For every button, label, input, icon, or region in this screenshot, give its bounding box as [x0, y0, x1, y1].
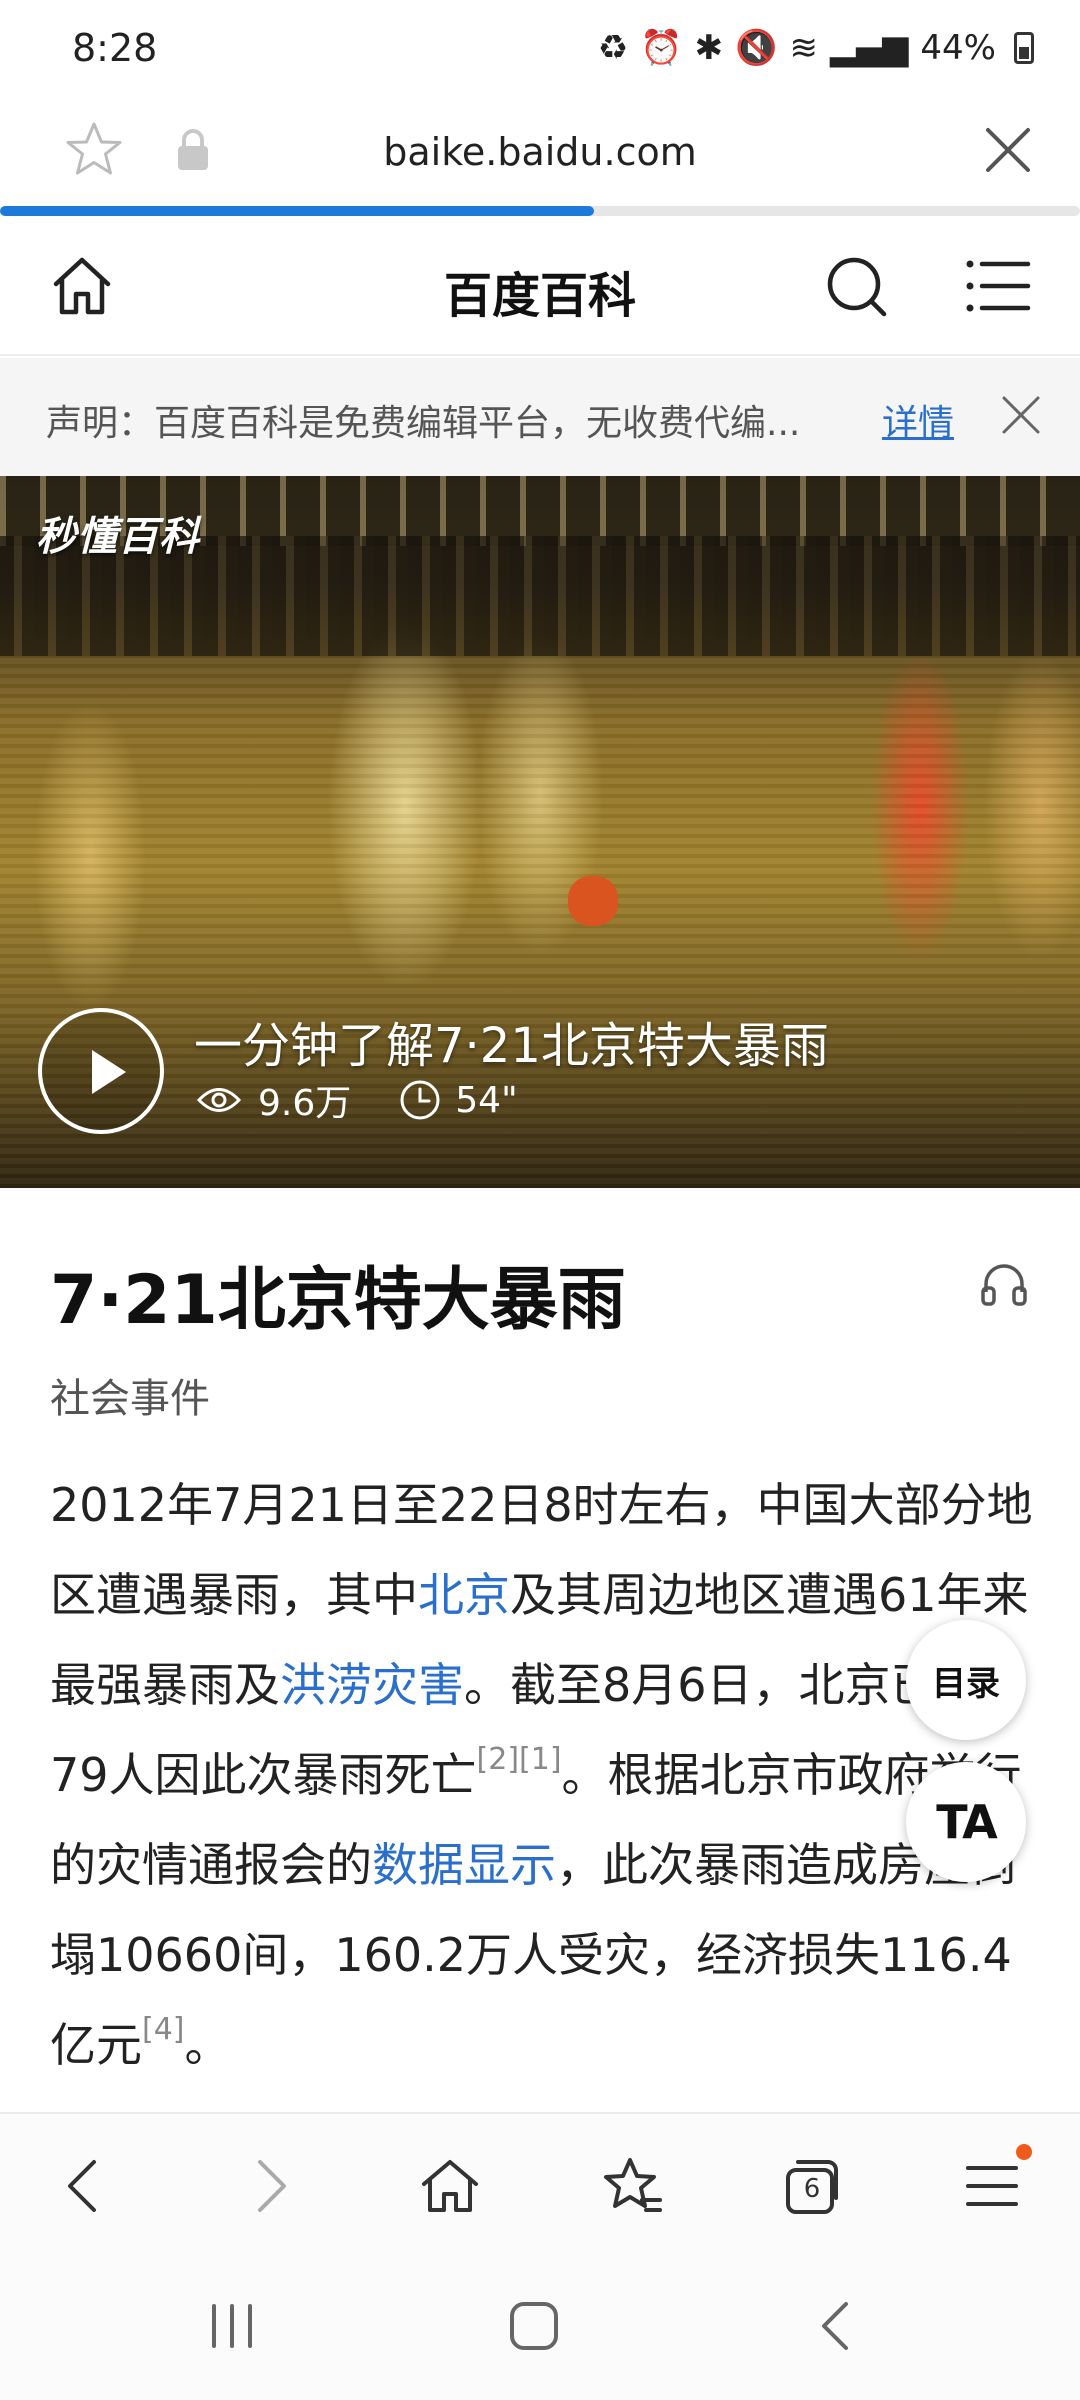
video-views: 9.6万 [258, 1083, 352, 1124]
menu-icon[interactable] [960, 2154, 1024, 2218]
bluetooth-icon: ✱ [694, 28, 724, 68]
forward-icon[interactable] [236, 2154, 300, 2218]
page-load-progress-fill [0, 206, 594, 216]
home-icon[interactable] [418, 2154, 482, 2218]
site-header: 百度百科 [0, 216, 1080, 356]
clock-icon [400, 1080, 440, 1120]
home-button-icon[interactable] [504, 2296, 564, 2356]
url-bar: baike.baidu.com [0, 96, 1080, 204]
notification-dot [1016, 2144, 1032, 2160]
tabs-button[interactable]: 6 [780, 2154, 844, 2218]
browser-toolbar: 6 [0, 2112, 1080, 2252]
video-meta: 9.6万 54" [196, 1074, 518, 1126]
reference-link[interactable]: [2][1] [477, 1742, 562, 1777]
play-button[interactable] [38, 1008, 164, 1134]
status-icons: ♻ ⏰ ✱ 🔇 ≋ ▂▄▆ 44% [598, 28, 1034, 68]
disclaimer-text: 声明：百度百科是免费编辑平台，无收费代编... [46, 403, 801, 444]
url-text[interactable]: baike.baidu.com [0, 130, 1080, 174]
close-tab-icon[interactable] [978, 120, 1038, 180]
reference-link[interactable]: [4] [142, 2012, 185, 2047]
mute-icon: 🔇 [735, 28, 778, 68]
link-flood-disaster[interactable]: 洪涝灾害 [280, 1658, 464, 1712]
disclaimer-banner: 声明：百度百科是免费编辑平台，无收费代编... 详情 [0, 358, 1080, 476]
tab-count: 6 [803, 2174, 821, 2204]
page-load-progress [0, 206, 1080, 216]
article-category[interactable]: 社会事件 [50, 1366, 210, 1424]
recent-apps-icon[interactable] [202, 2296, 262, 2356]
ta-button[interactable]: TA [906, 1762, 1026, 1882]
video-duration: 54" [455, 1079, 518, 1121]
video-title[interactable]: 一分钟了解7·21北京特大暴雨 [194, 1006, 829, 1076]
video-logo: 秒懂百科 [36, 514, 200, 560]
alarm-icon: ⏰ [640, 28, 683, 68]
eye-icon [196, 1088, 242, 1112]
battery-icon [1014, 32, 1034, 64]
disclaimer-details-link[interactable]: 详情 [882, 394, 954, 446]
headphone-icon[interactable] [978, 1258, 1030, 1310]
back-button-icon[interactable] [808, 2296, 868, 2356]
site-title[interactable]: 百度百科 [0, 256, 1080, 326]
bookmarks-icon[interactable] [600, 2154, 664, 2218]
link-beijing[interactable]: 北京 [418, 1568, 510, 1622]
battery-percent: 44% [920, 28, 996, 68]
wifi-icon: ≋ [789, 28, 818, 68]
menu-icon[interactable] [964, 256, 1032, 316]
close-icon[interactable] [998, 392, 1044, 438]
video-player[interactable]: 秒懂百科 一分钟了解7·21北京特大暴雨 9.6万 54" [0, 476, 1080, 1188]
status-bar: 8:28 ♻ ⏰ ✱ 🔇 ≋ ▂▄▆ 44% [0, 0, 1080, 96]
signal-icon: ▂▄▆ [829, 28, 909, 68]
status-time: 8:28 [72, 26, 158, 70]
article-title: 7·21北京特大暴雨 [50, 1261, 626, 1340]
summary-text: 。 [184, 2018, 231, 2072]
back-icon[interactable] [54, 2154, 118, 2218]
article-summary: 2012年7月21日至22日8时左右，中国大部分地区遭遇暴雨，其中北京及其周边地… [50, 1460, 1040, 2090]
system-navigation-bar [0, 2252, 1080, 2400]
video-thumbnail-boat [568, 876, 618, 926]
recycle-icon: ♻ [597, 28, 629, 68]
toc-button[interactable]: 目录 [906, 1620, 1026, 1740]
search-icon[interactable] [822, 252, 890, 320]
video-thumbnail-water [0, 656, 1080, 1188]
link-data-display[interactable]: 数据显示 [372, 1838, 556, 1892]
